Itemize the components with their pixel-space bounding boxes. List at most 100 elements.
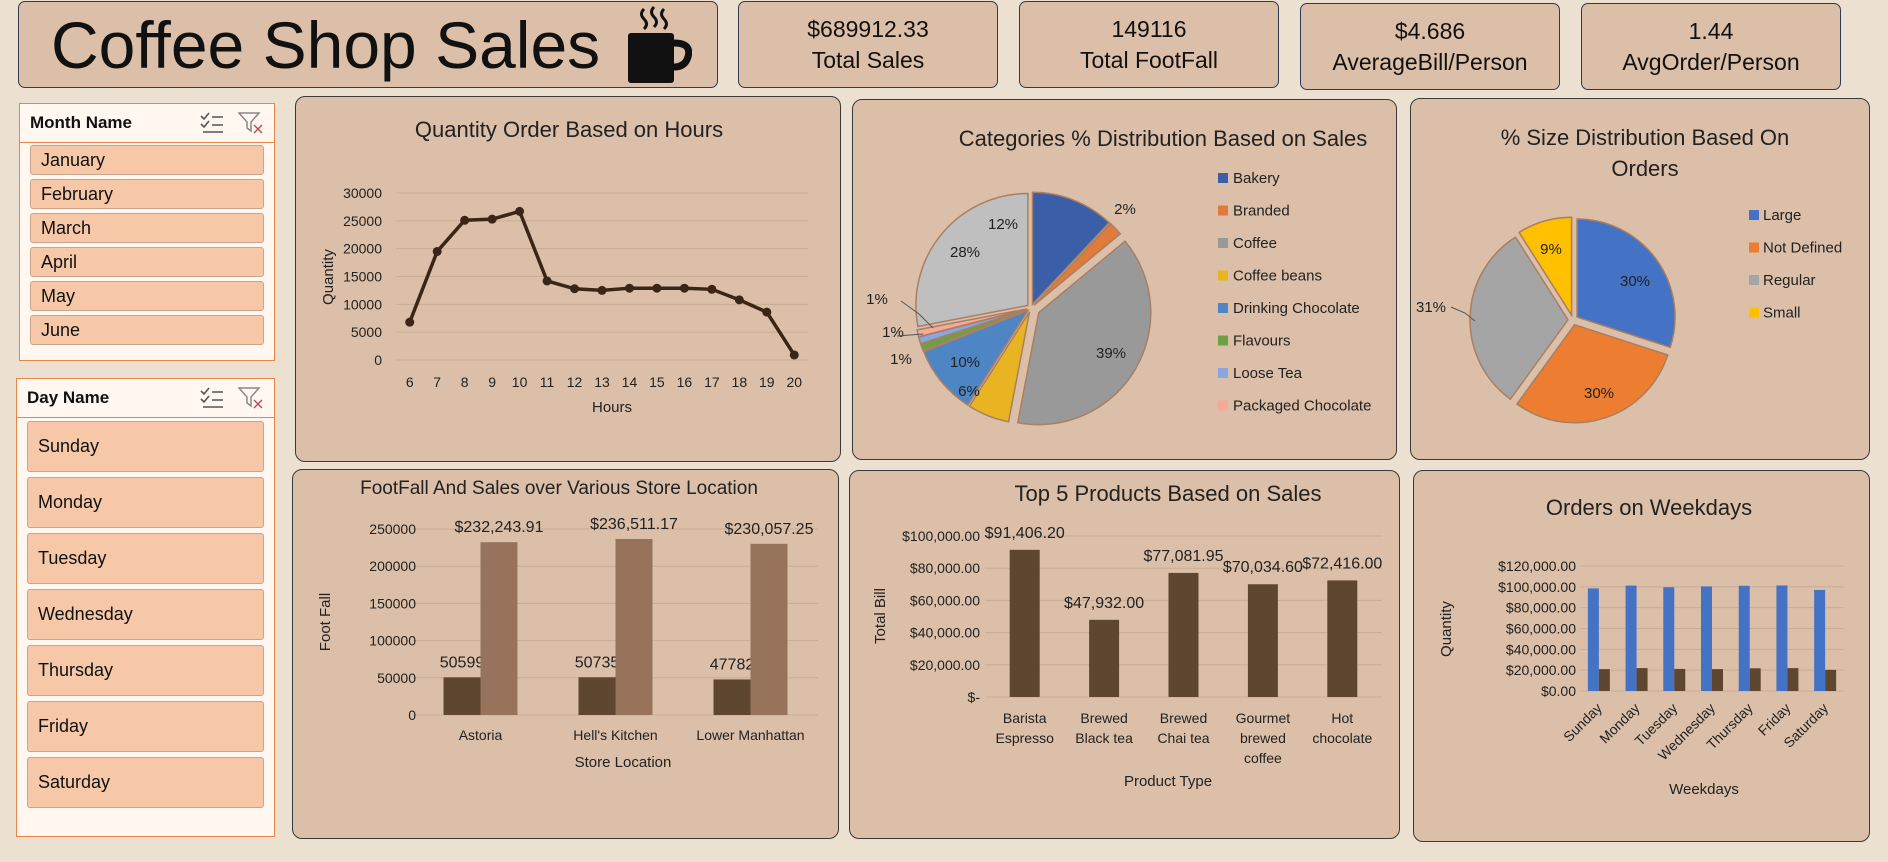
bar — [1776, 585, 1788, 691]
clear-filter-icon[interactable] — [238, 111, 264, 135]
data-label: $230,057.25 — [725, 521, 814, 538]
slice-label: 39% — [1096, 345, 1126, 362]
y-tick-label: $40,000.00 — [1506, 641, 1576, 657]
x-tick-label: Brewed — [1080, 710, 1127, 726]
day-item-saturday[interactable]: Saturday — [27, 757, 264, 808]
products-bar-chart: Top 5 Products Based on Sales $100,000.00… — [872, 481, 1382, 790]
legend-swatch — [1218, 400, 1228, 411]
chart-title: Orders on Weekdays — [1546, 495, 1752, 520]
legend-swatch — [1218, 205, 1228, 216]
clear-filter-icon[interactable] — [238, 386, 264, 410]
sizes-pie-chart: % Size Distribution Based On Orders 30% 30%… — [1416, 125, 1842, 424]
multi-select-icon[interactable] — [200, 112, 224, 134]
kpi-total-sales: $689912.33 Total Sales — [738, 1, 998, 88]
y-tick-label: $60,000.00 — [910, 592, 980, 608]
bar — [1674, 668, 1686, 691]
y-tick-label: $20,000.00 — [1506, 662, 1576, 678]
bar — [578, 677, 616, 715]
data-point — [570, 284, 580, 294]
slice-label: 6% — [958, 383, 980, 400]
bar — [1009, 549, 1040, 697]
data-label: 50599 — [440, 654, 485, 671]
categories-chart-panel: Categories % Distribution Based on Sales… — [852, 99, 1397, 460]
legend-swatch — [1218, 368, 1228, 378]
x-tick-label: Hell's Kitchen — [573, 727, 657, 743]
data-label: $91,406.20 — [985, 525, 1065, 542]
x-tick-label: Black tea — [1075, 730, 1133, 746]
y-tick-label: 30000 — [343, 185, 382, 201]
bar — [480, 542, 518, 715]
slice-label: 1% — [866, 291, 888, 308]
multi-select-icon[interactable] — [200, 387, 224, 409]
y-tick-label: $100,000.00 — [902, 528, 980, 544]
chart-title: Top 5 Products Based on Sales — [1015, 481, 1322, 506]
y-tick-label: $60,000.00 — [1506, 621, 1576, 637]
x-axis-label: Store Location — [575, 754, 672, 771]
stores-chart-panel: FootFall And Sales over Various Store Lo… — [292, 469, 839, 839]
data-point — [762, 307, 772, 317]
slice-label: 30% — [1584, 385, 1614, 402]
legend-label: Regular — [1763, 272, 1816, 289]
y-tick-label: 250000 — [369, 521, 416, 537]
legend-swatch — [1749, 242, 1759, 253]
day-item-wednesday[interactable]: Wednesday — [27, 589, 264, 640]
bar — [1598, 669, 1610, 691]
bar — [615, 539, 653, 715]
data-point — [624, 283, 634, 293]
data-point — [405, 317, 415, 327]
coffee-cup-icon — [628, 5, 693, 83]
x-tick-label: 17 — [704, 374, 720, 390]
legend-swatch — [1218, 238, 1228, 248]
data-point — [542, 276, 552, 286]
bar — [1787, 668, 1799, 691]
bar — [1663, 587, 1675, 691]
legend-swatch — [1218, 303, 1228, 313]
day-item-sunday[interactable]: Sunday — [27, 421, 264, 472]
month-item-june[interactable]: June — [30, 315, 264, 345]
bar — [750, 543, 788, 715]
kpi-value: $4.686 — [1394, 17, 1466, 44]
legend-label: Large — [1763, 207, 1801, 224]
month-item-march[interactable]: March — [30, 213, 264, 243]
data-point — [432, 246, 442, 256]
day-item-friday[interactable]: Friday — [27, 701, 264, 752]
month-slicer: Month Name January February March April May J… — [19, 103, 275, 361]
slice-label: 31% — [1416, 299, 1446, 316]
x-tick-label: 11 — [540, 374, 555, 390]
x-tick-label: 16 — [677, 374, 693, 390]
x-axis-label: Weekdays — [1669, 781, 1739, 798]
y-tick-label: $80,000.00 — [910, 560, 980, 576]
legend-label: Small — [1763, 305, 1801, 322]
x-tick-label: Brewed — [1160, 710, 1207, 726]
page-title: Coffee Shop Sales — [51, 7, 601, 82]
month-item-may[interactable]: May — [30, 281, 264, 311]
day-item-monday[interactable]: Monday — [27, 477, 264, 528]
data-label: $236,511.17 — [590, 516, 678, 533]
data-point — [460, 215, 470, 225]
x-tick-label: 8 — [461, 374, 469, 390]
x-tick-label: 19 — [759, 374, 775, 390]
y-tick-label: 25000 — [343, 213, 382, 229]
title-card: Coffee Shop Sales — [18, 1, 718, 88]
weekdays-bar-chart: Orders on Weekdays $120,000.00 $100,000.00… — [1438, 495, 1844, 798]
x-tick-label: 12 — [567, 374, 583, 390]
month-item-april[interactable]: April — [30, 247, 264, 277]
month-item-february[interactable]: February — [30, 179, 264, 209]
legend-label: Branded — [1233, 203, 1290, 220]
chart-title: Quantity Order Based on Hours — [415, 117, 723, 142]
x-tick-label: 18 — [732, 374, 748, 390]
bar — [1814, 589, 1826, 691]
x-tick-label: 13 — [594, 374, 610, 390]
kpi-avg-order: 1.44 AvgOrder/Person — [1581, 3, 1841, 90]
day-item-tuesday[interactable]: Tuesday — [27, 533, 264, 584]
day-slicer: Day Name Sunday Monday Tuesday Wednesday Thu… — [16, 378, 275, 837]
y-axis-label: Quantity — [320, 249, 337, 305]
x-tick-label: Hot — [1331, 710, 1353, 726]
slice-label: 28% — [950, 244, 980, 261]
month-item-january[interactable]: January — [30, 145, 264, 175]
data-point — [707, 284, 717, 294]
bar — [1701, 586, 1712, 691]
bar — [443, 677, 481, 715]
day-item-thursday[interactable]: Thursday — [27, 645, 264, 696]
legend-label: Not Defined — [1763, 240, 1842, 257]
